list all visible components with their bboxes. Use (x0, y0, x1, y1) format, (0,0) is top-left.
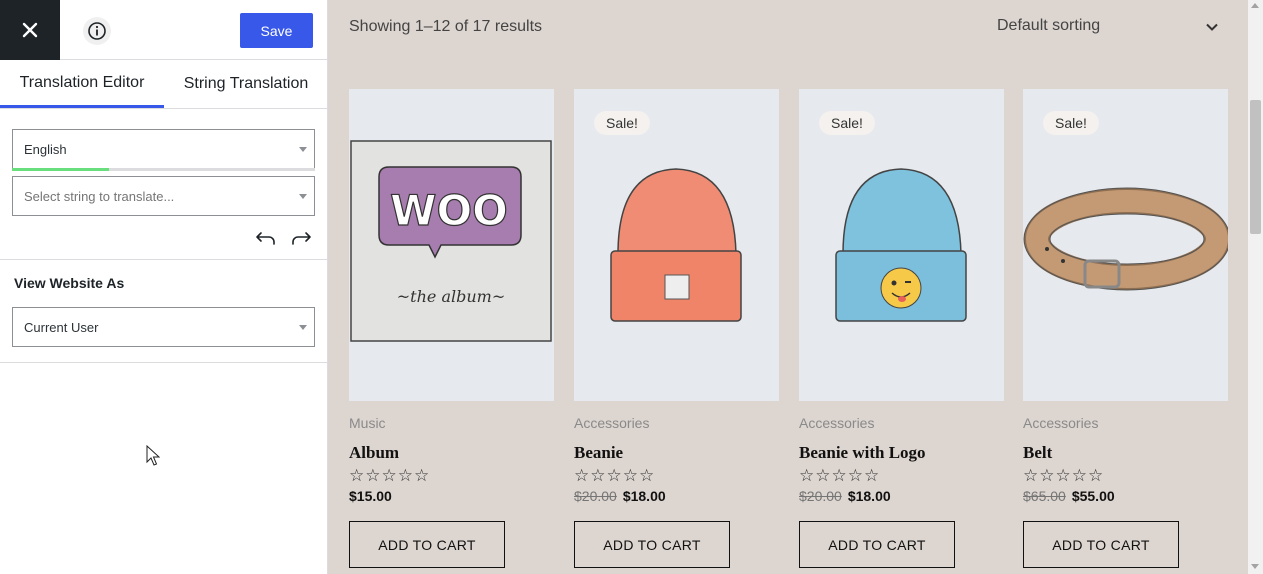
product-price: $15.00 (349, 488, 554, 508)
product-image[interactable]: Sale! (574, 89, 779, 401)
mouse-cursor-icon (146, 445, 160, 466)
product-current-price: $55.00 (1071, 488, 1115, 504)
close-icon (22, 22, 38, 38)
beanie-logo-image (835, 168, 967, 322)
product-current-price: $15.00 (349, 488, 392, 504)
vertical-scrollbar[interactable] (1248, 0, 1263, 574)
svg-text:WOO: WOO (390, 186, 508, 235)
product-old-price: $20.00 (799, 488, 842, 504)
star-rating-icon: ☆☆☆☆☆ (349, 466, 431, 485)
sorting-select-value: Default sorting (997, 17, 1101, 34)
product-image[interactable]: Sale! (799, 89, 1004, 401)
sale-badge: Sale! (594, 111, 650, 135)
sale-badge: Sale! (819, 111, 875, 135)
undo-button[interactable] (255, 227, 277, 249)
chevron-down-icon (1206, 23, 1218, 31)
beanie-image (610, 168, 742, 322)
translation-progress-fill (12, 168, 109, 171)
language-select[interactable]: English (12, 129, 315, 169)
product-current-price: $18.00 (622, 488, 666, 504)
translation-progress-bar (12, 168, 315, 171)
product-card: Sale! Accessories Beanie with Logo ☆☆☆☆☆… (799, 89, 1004, 568)
translation-editor-panel: Save Translation Editor String Translati… (0, 0, 328, 574)
product-category: Accessories (1023, 415, 1099, 431)
svg-text:~the album~: ~the album~ (397, 287, 505, 306)
scroll-up-arrow-icon[interactable] (1251, 3, 1259, 8)
dropdown-arrow-icon (299, 147, 307, 152)
product-title[interactable]: Album (349, 443, 554, 463)
product-category: Music (349, 415, 386, 431)
string-select[interactable]: Select string to translate... (12, 176, 315, 216)
product-old-price: $20.00 (574, 488, 617, 504)
save-button[interactable]: Save (240, 13, 313, 48)
product-current-price: $18.00 (847, 488, 891, 504)
language-select-value: English (24, 141, 67, 157)
close-button[interactable] (0, 0, 60, 60)
editor-tabs: Translation Editor String Translation (0, 60, 328, 109)
scrollbar-thumb[interactable] (1250, 100, 1261, 234)
undo-icon (256, 232, 275, 245)
album-image: WOO ~the album~ (350, 140, 552, 342)
product-image[interactable]: Sale! (1023, 89, 1228, 401)
string-select-placeholder: Select string to translate... (24, 188, 175, 204)
website-preview: Showing 1–12 of 17 results Default sorti… (328, 0, 1248, 574)
view-as-select[interactable]: Current User (12, 307, 315, 347)
info-button[interactable] (83, 17, 111, 45)
belt-image (1023, 187, 1228, 291)
view-as-select-value: Current User (24, 319, 99, 335)
product-title[interactable]: Beanie (574, 443, 779, 463)
tab-string-translation[interactable]: String Translation (164, 60, 328, 108)
product-title[interactable]: Belt (1023, 443, 1228, 463)
dropdown-arrow-icon (299, 325, 307, 330)
product-old-price: $65.00 (1023, 488, 1066, 504)
product-card: Sale! Accessories Beanie ☆☆☆☆☆ $20.00 $18… (574, 89, 779, 568)
scroll-down-arrow-icon[interactable] (1251, 564, 1259, 569)
section-divider (0, 259, 328, 260)
redo-button[interactable] (290, 227, 312, 249)
result-count: Showing 1–12 of 17 results (349, 18, 543, 35)
product-price: $20.00 $18.00 (574, 488, 779, 508)
star-rating-icon: ☆☆☆☆☆ (574, 466, 656, 485)
star-rating-icon: ☆☆☆☆☆ (799, 466, 881, 485)
product-category: Accessories (574, 415, 650, 431)
star-rating-icon: ☆☆☆☆☆ (1023, 466, 1105, 485)
sale-badge: Sale! (1043, 111, 1099, 135)
section-divider (0, 362, 328, 363)
product-price: $65.00 $55.00 (1023, 488, 1228, 508)
product-title[interactable]: Beanie with Logo (799, 443, 1004, 463)
redo-icon (292, 232, 311, 245)
add-to-cart-button[interactable]: ADD TO CART (1023, 521, 1179, 568)
product-card: WOO ~the album~ Music Album ☆☆☆☆☆ $15.00… (349, 89, 554, 568)
view-website-as-label: View Website As (14, 275, 125, 291)
add-to-cart-button[interactable]: ADD TO CART (799, 521, 955, 568)
sorting-select[interactable]: Default sorting (997, 17, 1227, 39)
dropdown-arrow-icon (299, 194, 307, 199)
product-price: $20.00 $18.00 (799, 488, 1004, 508)
add-to-cart-button[interactable]: ADD TO CART (574, 521, 730, 568)
tab-translation-editor[interactable]: Translation Editor (0, 60, 164, 108)
product-category: Accessories (799, 415, 875, 431)
product-image[interactable]: WOO ~the album~ (349, 89, 554, 401)
info-icon (88, 22, 106, 40)
product-card: Sale! Accessories Belt ☆☆☆☆☆ $65.00 $55.0… (1023, 89, 1228, 568)
add-to-cart-button[interactable]: ADD TO CART (349, 521, 505, 568)
